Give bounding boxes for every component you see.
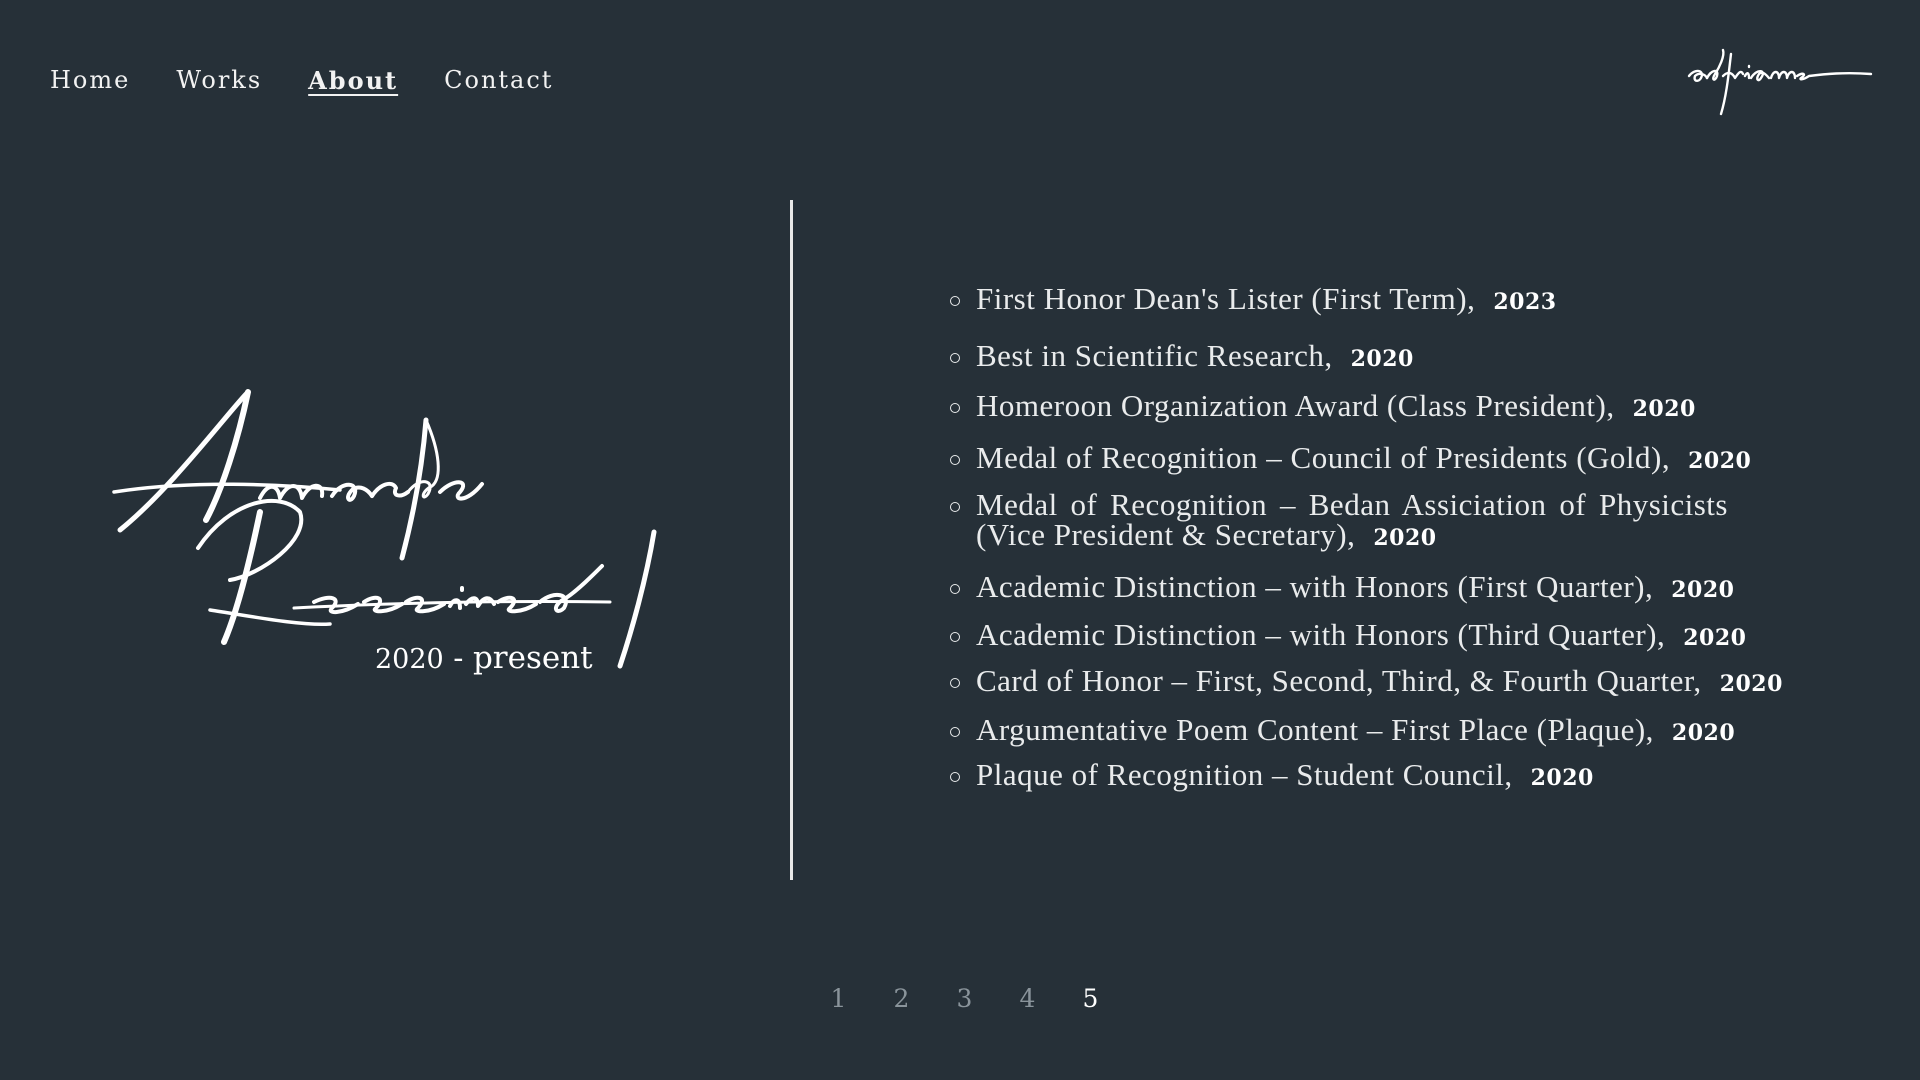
award-title: Homeroon Organization Award (Class Presi… (976, 388, 1615, 423)
date-end: present (472, 640, 593, 676)
award-year: 2020 (1719, 671, 1783, 697)
nav-contact-link[interactable]: Contact (444, 66, 553, 95)
award-title: Card of Honor – First, Second, Third, & … (976, 663, 1702, 698)
award-item: Argumentative Poem Content – First Place… (950, 712, 1736, 748)
award-title: First Honor Dean's Lister (First Term), (976, 281, 1476, 316)
nav-home-link[interactable]: Home (50, 66, 130, 95)
award-year: 2020 (1671, 577, 1735, 603)
award-year: 2020 (1683, 625, 1747, 651)
vertical-divider (790, 200, 793, 880)
award-year: 2020 (1530, 765, 1594, 791)
award-year: 2023 (1493, 289, 1557, 315)
page: Home Works About Contact 2020 - present … (0, 0, 1920, 1080)
award-title: Academic Distinction – with Honors (Thir… (976, 617, 1666, 652)
top-nav: Home Works About Contact (50, 66, 553, 95)
signature-logo[interactable] (1685, 46, 1875, 118)
date-separator: - (453, 641, 464, 676)
nav-works-link[interactable]: Works (176, 66, 262, 95)
page-3-link[interactable]: 3 (952, 984, 977, 1013)
award-title: Medal of Recognition – Council of Presid… (976, 440, 1671, 475)
award-year: 2020 (1632, 396, 1696, 422)
award-year: 2020 (1373, 525, 1437, 551)
page-5-link[interactable]: 5 (1078, 984, 1103, 1013)
award-title: Argumentative Poem Content – First Place… (976, 712, 1654, 747)
award-title: Medal of Recognition – Bedan Assiciation… (976, 487, 1728, 552)
date-start: 2020 (375, 644, 444, 675)
award-item: Medal of Recognition – Council of Presid… (950, 440, 1752, 476)
award-item: Academic Distinction – with Honors (Thir… (950, 617, 1747, 653)
award-item: Card of Honor – First, Second, Third, & … (950, 663, 1783, 699)
award-title: Plaque of Recognition – Student Council, (976, 757, 1513, 792)
awards-received-title (112, 389, 657, 669)
award-year: 2020 (1688, 448, 1752, 474)
page-1-link[interactable]: 1 (826, 984, 851, 1013)
award-item: Academic Distinction – with Honors (Firs… (950, 569, 1735, 605)
page-2-link[interactable]: 2 (889, 984, 914, 1013)
award-title: Best in Scientific Research, (976, 338, 1333, 373)
award-item: Plaque of Recognition – Student Council,… (950, 757, 1594, 793)
page-4-link[interactable]: 4 (1015, 984, 1040, 1013)
award-item: Medal of Recognition – Bedan Assiciation… (950, 487, 1728, 553)
pagination: 1 2 3 4 5 (826, 984, 1103, 1013)
award-item: Homeroon Organization Award (Class Presi… (950, 388, 1696, 424)
award-item: First Honor Dean's Lister (First Term), 2… (950, 281, 1557, 317)
award-year: 2020 (1350, 346, 1414, 372)
award-item: Best in Scientific Research, 2020 (950, 338, 1414, 374)
nav-about-link[interactable]: About (308, 66, 398, 95)
award-title: Academic Distinction – with Honors (Firs… (976, 569, 1654, 604)
award-year: 2020 (1671, 720, 1736, 746)
date-range: 2020 - present (375, 640, 593, 676)
